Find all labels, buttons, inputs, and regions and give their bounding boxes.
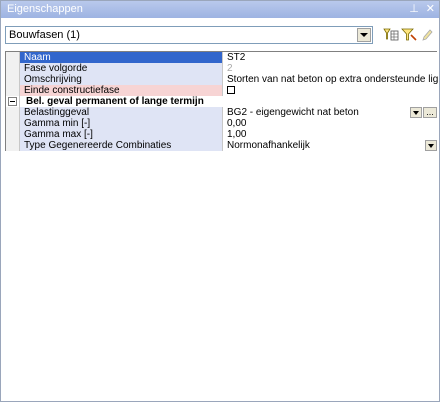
- property-value-gamma-min[interactable]: 0,00: [223, 118, 438, 129]
- chevron-down-icon[interactable]: [425, 140, 437, 151]
- collapse-icon[interactable]: [8, 97, 17, 106]
- belastinggeval-value: BG2 - eigengewicht nat beton: [227, 107, 359, 118]
- properties-panel: Eigenschappen ⊥ ✕ Bouwfasen (1) Naam ST2…: [0, 0, 440, 402]
- chevron-down-icon[interactable]: [410, 107, 422, 118]
- panel-titlebar: Eigenschappen ⊥ ✕: [1, 1, 439, 18]
- property-name: Fase volgorde: [20, 63, 223, 74]
- property-value-gamma-max[interactable]: 1,00: [223, 129, 438, 140]
- pin-icon[interactable]: ⊥: [409, 1, 419, 18]
- filter-table-icon[interactable]: [383, 27, 399, 43]
- property-value-einde-constructiefase: [223, 85, 438, 96]
- panel-title: Eigenschappen: [7, 3, 83, 15]
- property-row-omschrijving[interactable]: Omschrijving Storten van nat beton op ex…: [6, 74, 438, 85]
- property-row-belastinggeval[interactable]: Belastinggeval BG2 - eigengewicht nat be…: [6, 107, 438, 118]
- row-gutter: [6, 118, 20, 129]
- property-value-fase-volgorde: 2: [223, 63, 438, 74]
- ellipsis-button[interactable]: ...: [423, 107, 437, 118]
- row-gutter: [6, 63, 20, 74]
- row-gutter: [6, 96, 20, 107]
- chevron-down-icon[interactable]: [357, 28, 371, 42]
- property-row-naam[interactable]: Naam ST2: [6, 52, 438, 63]
- property-name: Omschrijving: [20, 74, 223, 85]
- row-gutter: [6, 107, 20, 118]
- property-name: Gamma min [-]: [20, 118, 223, 129]
- row-gutter: [6, 129, 20, 140]
- titlebar-buttons: ⊥ ✕: [409, 1, 435, 18]
- category-row-bel-geval[interactable]: Bel. geval permanent of lange termijn: [6, 96, 438, 107]
- type-combinaties-value: Normonafhankelijk: [227, 140, 310, 151]
- property-name: Naam: [20, 52, 223, 63]
- property-value-belastinggeval[interactable]: BG2 - eigengewicht nat beton ...: [223, 107, 438, 118]
- property-name: Belastinggeval: [20, 107, 223, 118]
- category-label: Bel. geval permanent of lange termijn: [20, 96, 438, 107]
- object-selector-value: Bouwfasen (1): [9, 29, 80, 41]
- property-name: Type Gegenereerde Combinaties: [20, 140, 223, 151]
- row-gutter: [6, 74, 20, 85]
- property-grid: Naam ST2 Fase volgorde 2 Omschrijving St…: [5, 52, 438, 151]
- property-row-gamma-max[interactable]: Gamma max [-] 1,00: [6, 129, 438, 140]
- object-selector-combobox[interactable]: Bouwfasen (1): [5, 26, 373, 44]
- panel-toolbar: Bouwfasen (1): [1, 20, 439, 48]
- property-row-fase-volgorde[interactable]: Fase volgorde 2: [6, 63, 438, 74]
- property-row-einde-constructiefase[interactable]: Einde constructiefase: [6, 85, 438, 96]
- property-value-naam[interactable]: ST2: [223, 52, 438, 63]
- property-name: Gamma max [-]: [20, 129, 223, 140]
- property-value-type-combinaties[interactable]: Normonafhankelijk: [223, 140, 438, 151]
- property-row-type-gegenereerde-combinaties[interactable]: Type Gegenereerde Combinaties Normonafha…: [6, 140, 438, 151]
- property-name: Einde constructiefase: [20, 85, 223, 96]
- filter-icon[interactable]: [401, 27, 417, 43]
- close-icon[interactable]: ✕: [426, 1, 435, 18]
- row-gutter: [6, 52, 20, 63]
- row-gutter: [6, 85, 20, 96]
- property-value-omschrijving[interactable]: Storten van nat beton op extra ondersteu…: [223, 74, 438, 85]
- einde-constructiefase-checkbox[interactable]: [227, 85, 235, 94]
- pencil-icon[interactable]: [419, 27, 435, 43]
- property-row-gamma-min[interactable]: Gamma min [-] 0,00: [6, 118, 438, 129]
- row-gutter: [6, 140, 20, 151]
